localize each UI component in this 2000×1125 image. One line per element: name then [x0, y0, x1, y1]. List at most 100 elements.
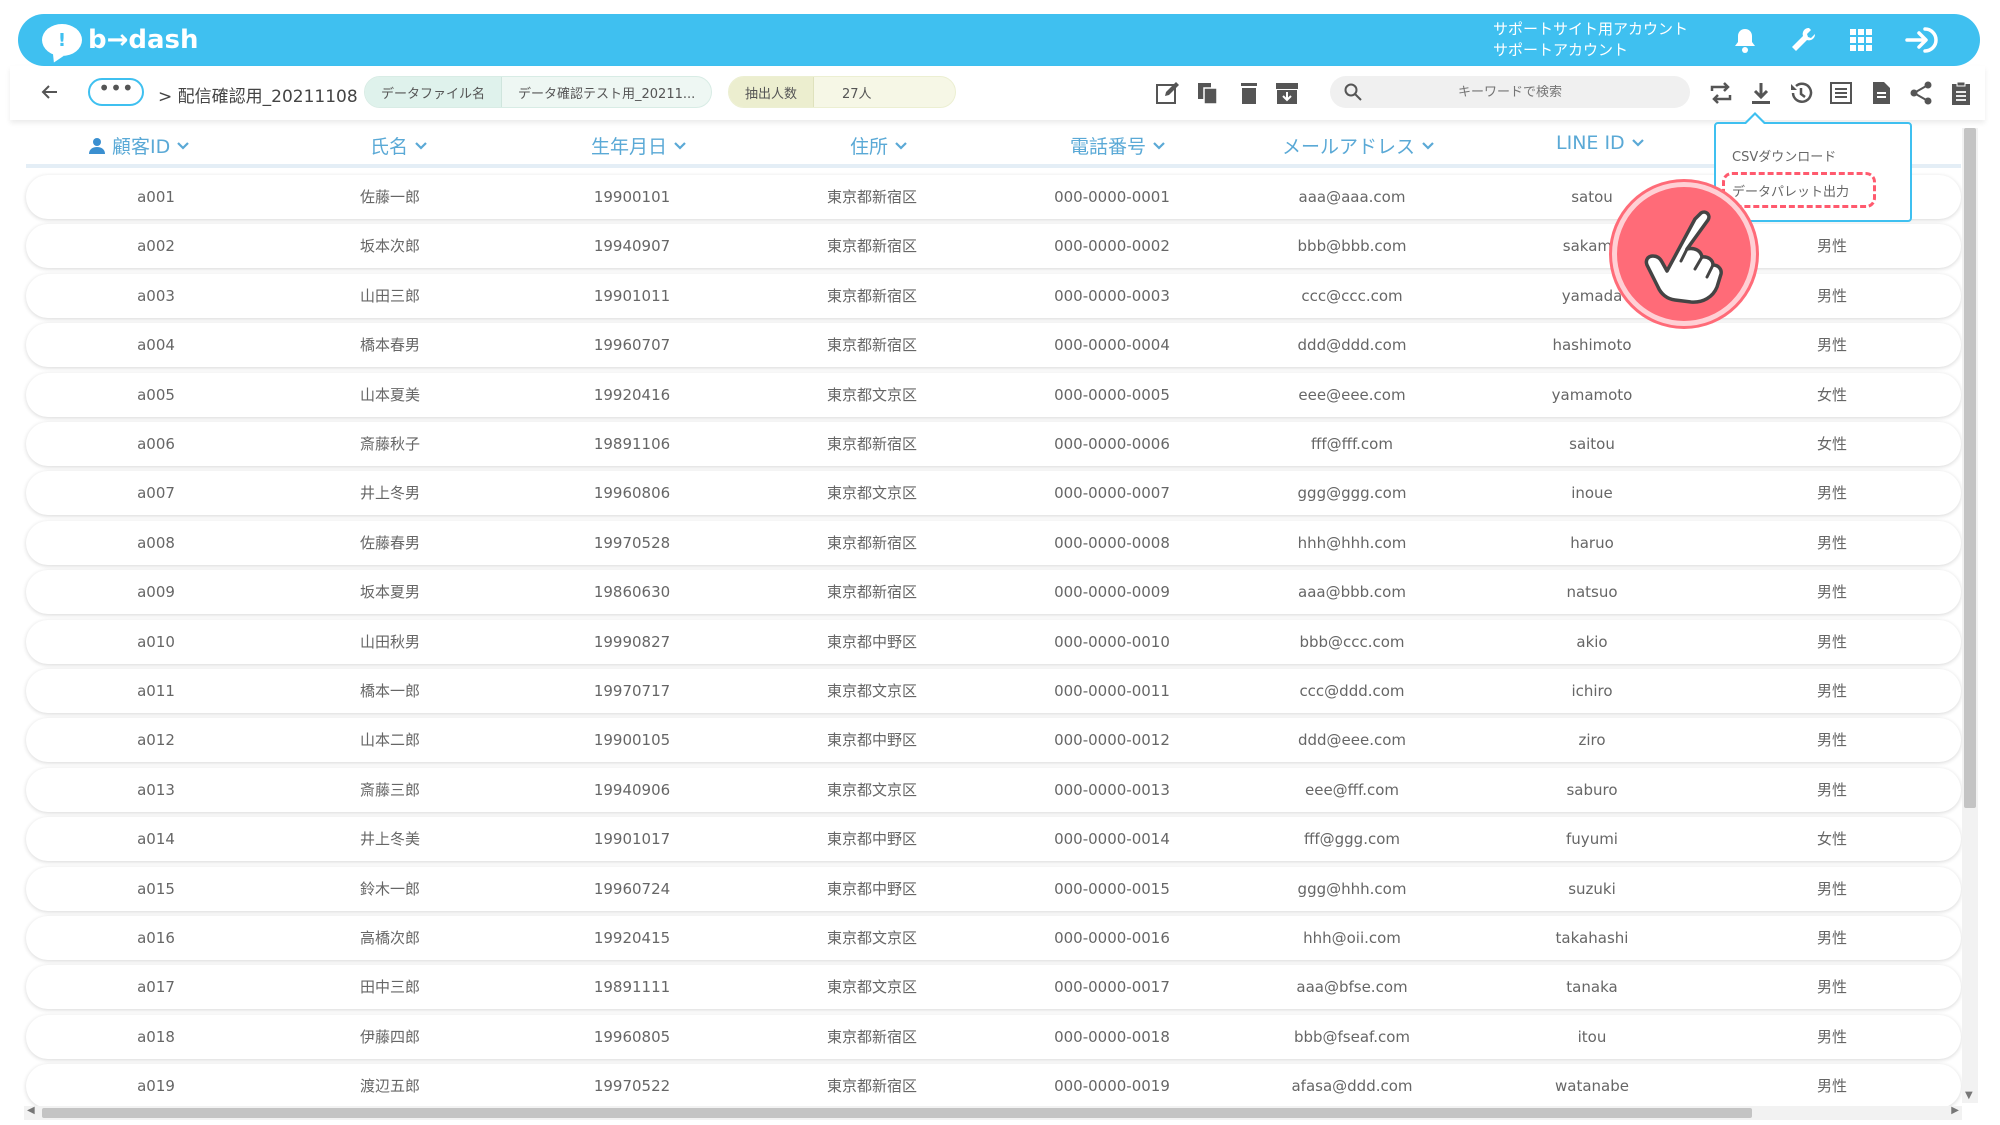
table-row[interactable]: a010 山田秋男 19990827 東京都中野区 000-0000-0010 bbb@c… — [26, 620, 1961, 664]
table-row[interactable]: a016 高橋次郎 19920415 東京都文京区 000-0000-0016 hhh@o… — [26, 916, 1961, 960]
column-header-name[interactable]: 氏名 — [370, 132, 428, 159]
column-header-id[interactable]: 顧客ID — [88, 132, 190, 159]
cell-id: a006 — [137, 435, 175, 453]
cell-birth: 19901017 — [593, 830, 671, 848]
account-info[interactable]: サポートサイト用アカウント サポートアカウント — [1493, 19, 1688, 61]
column-header-phone[interactable]: 電話番号 — [1070, 132, 1166, 159]
table-row[interactable]: a015 鈴木一郎 19960724 東京都中野区 000-0000-0015 ggg@h… — [26, 867, 1961, 911]
table-row[interactable]: a014 井上冬美 19901017 東京都中野区 000-0000-0014 fff@g… — [26, 817, 1961, 861]
table-row[interactable]: a017 田中三郎 19891111 東京都文京区 000-0000-0017 aaa@b… — [26, 965, 1961, 1009]
scroll-right-arrow-icon[interactable]: ▶ — [1951, 1105, 1959, 1116]
table-row[interactable]: a008 佐藤春男 19970528 東京都新宿区 000-0000-0008 hhh@h… — [26, 521, 1961, 565]
cell-line-id: tanaka — [1566, 978, 1618, 996]
cell-birth: 19960724 — [593, 880, 671, 898]
cell-name: 斎藤秋子 — [359, 435, 421, 453]
menu-item-data-palette-export[interactable]: データパレット出力 — [1732, 181, 1849, 200]
table-row[interactable]: a013 斎藤三郎 19940906 東京都文京区 000-0000-0013 eee@f… — [26, 768, 1961, 812]
cell-email: eee@fff.com — [1304, 781, 1400, 799]
clipboard-icon[interactable] — [1948, 80, 1974, 106]
cell-email: aaa@bfse.com — [1296, 978, 1408, 996]
swap-icon[interactable] — [1708, 80, 1734, 106]
horizontal-scroll-thumb[interactable] — [42, 1108, 1752, 1118]
table-row[interactable]: a009 坂本夏男 19860630 東京都新宿区 000-0000-0009 aaa@b… — [26, 570, 1961, 614]
column-header-line-id[interactable]: LINE ID — [1556, 132, 1645, 154]
bell-icon[interactable] — [1730, 25, 1760, 55]
account-line1: サポートサイト用アカウント — [1493, 20, 1689, 38]
cell-name: 井上冬男 — [359, 484, 421, 502]
cell-name: 伊藤四郎 — [359, 1028, 421, 1046]
scroll-left-arrow-icon[interactable]: ◀ — [27, 1105, 35, 1116]
cell-id: a002 — [137, 237, 175, 255]
cell-gender: 男性 — [1816, 880, 1848, 898]
cell-address: 東京都文京区 — [826, 929, 918, 947]
cell-birth: 19960805 — [593, 1028, 671, 1046]
chevron-down-icon — [1153, 141, 1165, 150]
cell-gender: 女性 — [1816, 830, 1848, 848]
cell-email: hhh@hhh.com — [1297, 534, 1407, 552]
grid-menu-icon[interactable] — [1846, 25, 1876, 55]
vertical-scroll-thumb[interactable] — [1964, 128, 1976, 808]
menu-item-csv-download[interactable]: CSVダウンロード — [1732, 146, 1836, 165]
logo[interactable]: ! b→dash — [42, 24, 199, 56]
cell-phone: 000-0000-0013 — [1054, 781, 1170, 799]
edit-icon[interactable] — [1155, 80, 1181, 106]
copy-icon[interactable] — [1195, 80, 1221, 106]
column-header-address[interactable]: 住所 — [850, 132, 908, 159]
trash-icon[interactable] — [1236, 80, 1262, 106]
history-icon[interactable] — [1788, 80, 1814, 106]
cell-email: hhh@oii.com — [1303, 929, 1401, 947]
search-box[interactable] — [1330, 76, 1690, 108]
column-header-email[interactable]: メールアドレス — [1282, 132, 1435, 159]
cell-name: 田中三郎 — [359, 978, 421, 996]
cell-email: ddd@eee.com — [1297, 731, 1407, 749]
cell-gender: 男性 — [1816, 929, 1848, 947]
cell-gender: 男性 — [1816, 978, 1848, 996]
cell-name: 井上冬美 — [359, 830, 421, 848]
cell-address: 東京都新宿区 — [826, 287, 918, 305]
cell-gender: 男性 — [1816, 682, 1848, 700]
logout-icon[interactable] — [1904, 25, 1940, 55]
archive-icon[interactable] — [1274, 80, 1300, 106]
table-row[interactable]: a007 井上冬男 19960806 東京都文京区 000-0000-0007 ggg@g… — [26, 471, 1961, 515]
search-input[interactable] — [1330, 84, 1690, 100]
cell-id: a005 — [137, 386, 175, 404]
table-row[interactable]: a011 橋本一郎 19970717 東京都文京区 000-0000-0011 ccc@d… — [26, 669, 1961, 713]
cell-address: 東京都文京区 — [826, 781, 918, 799]
data-file-value: データ確認テスト用_20211... — [518, 86, 696, 102]
extract-count-pill[interactable]: 抽出人数 27人 — [728, 76, 956, 108]
cell-phone: 000-0000-0005 — [1054, 386, 1170, 404]
cell-line-id: fuyumi — [1566, 830, 1618, 848]
cell-gender: 女性 — [1816, 435, 1848, 453]
wrench-icon[interactable] — [1788, 25, 1818, 55]
back-arrow-icon[interactable] — [40, 82, 60, 102]
cell-phone: 000-0000-0008 — [1054, 534, 1170, 552]
table-row[interactable]: a005 山本夏美 19920416 東京都文京区 000-0000-0005 eee@e… — [26, 373, 1961, 417]
cell-birth: 19900101 — [593, 188, 671, 206]
vertical-scrollbar[interactable]: ▼ — [1962, 128, 1978, 1103]
share-icon[interactable] — [1908, 80, 1934, 106]
cell-gender: 男性 — [1816, 336, 1848, 354]
data-file-pill[interactable]: データファイル名 データ確認テスト用_20211... — [364, 76, 713, 108]
column-label: 生年月日 — [591, 136, 668, 158]
more-button[interactable]: ••• — [88, 78, 144, 106]
document-icon[interactable] — [1868, 80, 1894, 106]
cell-email: ddd@ddd.com — [1297, 336, 1407, 354]
logo-mark: ! — [57, 29, 67, 51]
list-view-icon[interactable] — [1828, 80, 1854, 106]
chevron-down-icon — [1422, 141, 1434, 150]
table-row[interactable]: a019 渡辺五郎 19970522 東京都新宿区 000-0000-0019 afasa… — [26, 1064, 1961, 1108]
cell-id: a014 — [137, 830, 175, 848]
cell-name: 橋本春男 — [359, 336, 421, 354]
cell-phone: 000-0000-0017 — [1054, 978, 1170, 996]
table-row[interactable]: a012 山本二郎 19900105 東京都中野区 000-0000-0012 ddd@e… — [26, 718, 1961, 762]
table-row[interactable]: a018 伊藤四郎 19960805 東京都新宿区 000-0000-0018 bbb@f… — [26, 1015, 1961, 1059]
table-row[interactable]: a004 橋本春男 19960707 東京都新宿区 000-0000-0004 ddd@d… — [26, 323, 1961, 367]
scroll-down-arrow-icon[interactable]: ▼ — [1965, 1090, 1973, 1101]
cell-id: a003 — [137, 287, 175, 305]
cell-email: bbb@fseaf.com — [1293, 1028, 1411, 1046]
chevron-down-icon — [177, 141, 190, 150]
table-row[interactable]: a006 斎藤秋子 19891106 東京都新宿区 000-0000-0006 fff@f… — [26, 422, 1961, 466]
column-header-birth[interactable]: 生年月日 — [591, 132, 687, 159]
horizontal-scrollbar[interactable]: ◀ ▶ — [24, 1105, 1962, 1120]
download-icon[interactable] — [1748, 80, 1774, 106]
